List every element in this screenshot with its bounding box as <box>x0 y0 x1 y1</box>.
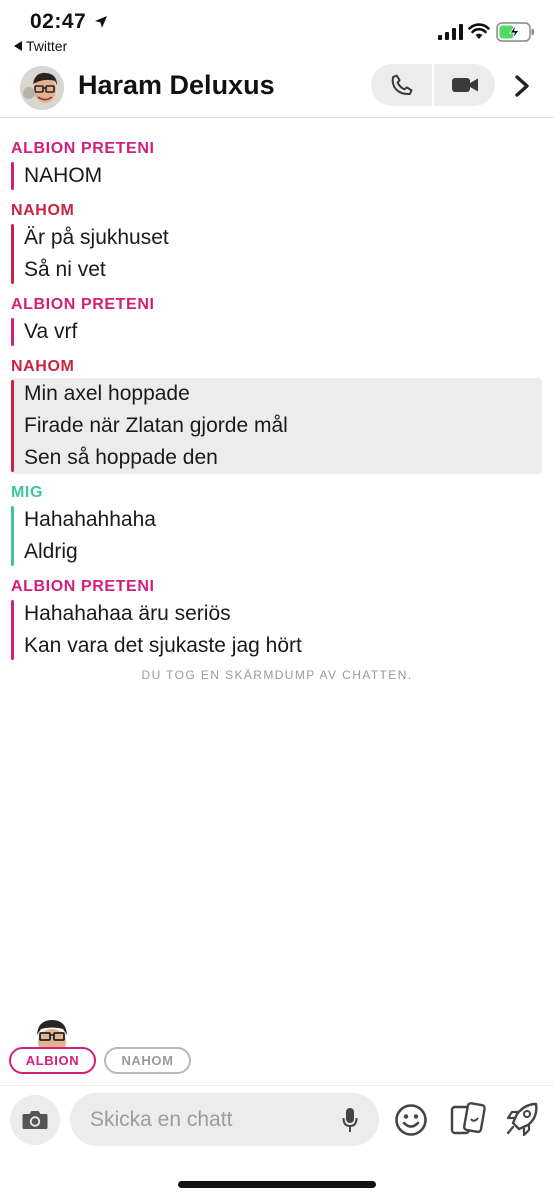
chevron-right-icon[interactable] <box>512 74 532 98</box>
message-sender: NAHOM <box>11 202 75 219</box>
video-camera-icon <box>451 78 478 92</box>
sticker-cards-button[interactable] <box>449 1101 487 1137</box>
camera-button[interactable] <box>10 1095 60 1145</box>
message-group: NAHOM Min axel hoppade Firade när Zlatan g… <box>0 356 554 474</box>
message-text[interactable]: Min axel hoppade <box>24 378 542 410</box>
call-actions <box>371 64 495 106</box>
chat-input-wrapper <box>70 1093 379 1146</box>
message-group: ALBION PRETENI NAHOM <box>0 138 554 192</box>
bitmoji-avatar-icon <box>20 66 64 110</box>
composer-divider <box>0 1085 554 1086</box>
camera-icon <box>22 1111 48 1129</box>
message-group: ALBION PRETENI Va vrf <box>0 294 554 348</box>
back-app-label: Twitter <box>26 38 68 54</box>
chip-albion[interactable]: ALBION <box>9 1047 96 1074</box>
message-text[interactable]: Hahahahaa äru seriös <box>24 598 542 630</box>
friend-bitmoji-icon <box>37 1020 67 1048</box>
message-text[interactable]: Är på sjukhuset <box>24 222 542 254</box>
rocket-icon[interactable] <box>505 1101 539 1137</box>
video-call-button[interactable] <box>434 64 495 106</box>
screenshot-notice: DU TOG EN SKÄRMDUMP AV CHATTEN. <box>141 668 413 682</box>
message-block[interactable]: Är på sjukhuset Så ni vet <box>11 222 542 286</box>
message-block[interactable]: Hahahahhaha Aldrig <box>11 504 542 568</box>
back-to-app-link[interactable]: Twitter <box>14 38 67 54</box>
status-bar: 02:47 Twitter <box>0 0 554 60</box>
message-block[interactable]: Va vrf <box>11 316 542 348</box>
message-text[interactable]: NAHOM <box>24 160 542 192</box>
message-text[interactable]: Firade när Zlatan gjorde mål <box>24 410 542 442</box>
message-sender: ALBION PRETENI <box>11 578 155 595</box>
message-sender: MIG <box>11 484 44 501</box>
chat-input[interactable] <box>90 1093 330 1146</box>
chat-title[interactable]: Haram Deluxus <box>78 70 275 101</box>
location-arrow-icon <box>95 16 107 28</box>
message-group: ALBION PRETENI Hahahahaa äru seriös Kan va… <box>0 576 554 662</box>
emoji-button[interactable] <box>394 1103 428 1137</box>
message-text[interactable]: Va vrf <box>24 316 542 348</box>
message-text[interactable]: Så ni vet <box>24 254 542 286</box>
message-text[interactable]: Kan vara det sjukaste jag hört <box>24 630 542 662</box>
message-text[interactable]: Sen så hoppade den <box>24 442 542 474</box>
saved-message-block[interactable]: Min axel hoppade Firade när Zlatan gjorde… <box>11 378 542 474</box>
back-triangle-icon <box>14 41 22 51</box>
message-sender: ALBION PRETENI <box>11 140 155 157</box>
message-list: ALBION PRETENI NAHOM NAHOM Är på sjukhuset S… <box>0 138 554 682</box>
message-block[interactable]: NAHOM <box>11 160 542 192</box>
phone-icon <box>391 74 412 96</box>
message-group: NAHOM Är på sjukhuset Så ni vet <box>0 200 554 286</box>
message-text[interactable]: Aldrig <box>24 536 542 568</box>
battery-charging-icon <box>496 22 534 42</box>
cellular-signal-icon <box>438 24 463 40</box>
group-avatar[interactable] <box>20 66 64 110</box>
message-sender: ALBION PRETENI <box>11 296 155 313</box>
message-group: MIG Hahahahhaha Aldrig <box>0 482 554 568</box>
microphone-icon[interactable] <box>342 1107 358 1133</box>
message-text[interactable]: Hahahahhaha <box>24 504 542 536</box>
chat-header: Haram Deluxus <box>0 60 554 118</box>
status-time: 02:47 <box>30 10 87 33</box>
voice-call-button[interactable] <box>371 64 432 106</box>
home-indicator <box>178 1181 376 1188</box>
message-block[interactable]: Hahahahaa äru seriös Kan vara det sjukast… <box>11 598 542 662</box>
chip-nahom[interactable]: NAHOM <box>104 1047 191 1074</box>
message-sender: NAHOM <box>11 358 75 375</box>
wifi-icon <box>468 23 490 39</box>
